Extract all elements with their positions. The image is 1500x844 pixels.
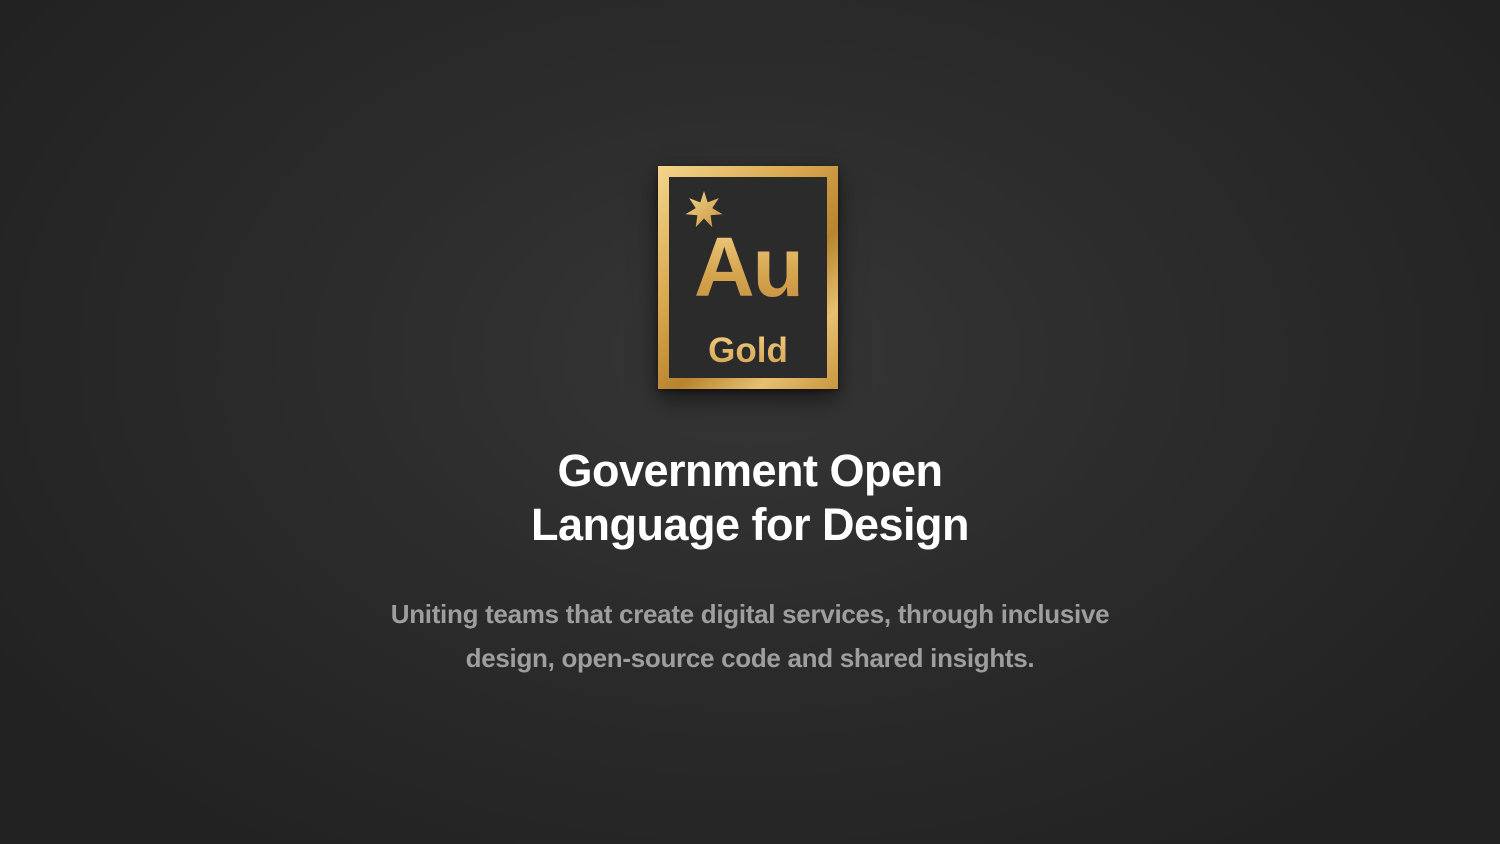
tagline: Uniting teams that create digital servic… bbox=[300, 592, 1200, 680]
page-title-line-2: Language for Design bbox=[530, 499, 970, 550]
element-symbol: Au bbox=[669, 225, 827, 309]
logo-tile: Au Gold bbox=[669, 177, 827, 378]
tagline-line-1: Uniting teams that create digital servic… bbox=[390, 599, 1110, 629]
tagline-line-2: design, open-source code and shared insi… bbox=[465, 643, 1035, 673]
page-title: Government Open Language for Design bbox=[300, 444, 1200, 552]
gold-logo: Au Gold bbox=[658, 166, 838, 389]
element-name: Gold bbox=[669, 331, 827, 371]
hero-section: Au Gold Government Open Language for Des… bbox=[0, 0, 1500, 844]
page-title-line-1: Government Open bbox=[557, 445, 943, 496]
